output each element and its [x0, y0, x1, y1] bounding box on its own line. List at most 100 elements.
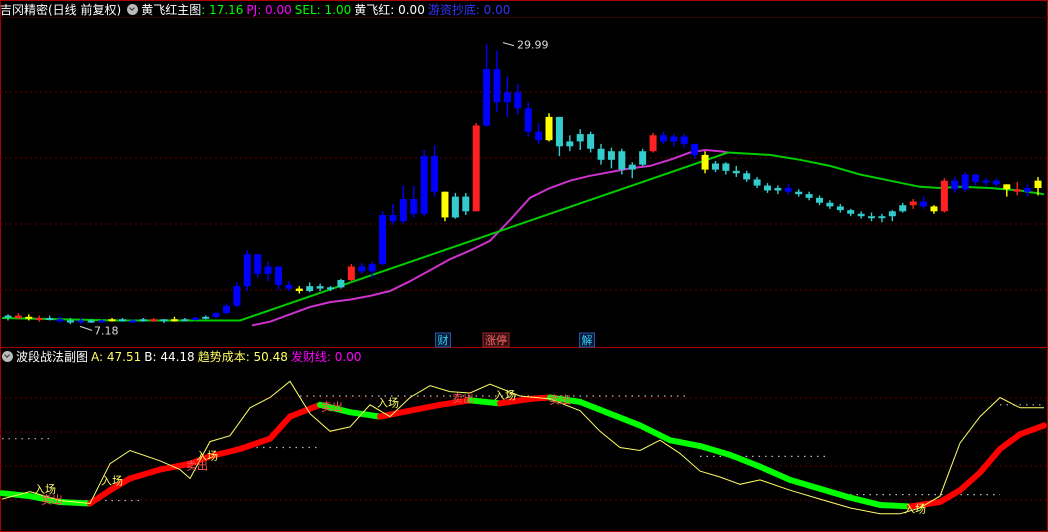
candle-body — [711, 163, 719, 170]
trend-thick-segment — [127, 466, 163, 482]
candle-body — [150, 319, 158, 322]
signal-label: 卖出 — [452, 391, 474, 405]
candle-body — [441, 191, 449, 218]
candle-body — [431, 156, 439, 192]
candle-body — [399, 199, 407, 222]
candle-body — [722, 163, 730, 171]
candle-body — [389, 215, 397, 222]
trend-thick-segment — [237, 435, 273, 452]
candle-body — [868, 216, 876, 219]
low-price-label: 7.18 — [94, 324, 119, 337]
trend-thick-segment — [847, 494, 883, 508]
candle-body — [98, 320, 106, 323]
candle-body — [222, 305, 230, 314]
candle-body — [816, 197, 824, 203]
trend-thick-segment — [957, 469, 983, 494]
candle-body — [826, 202, 834, 207]
candle-body — [628, 164, 636, 170]
a-value: A: 47.51 — [91, 350, 142, 364]
candle-body — [795, 191, 803, 195]
candle-body — [680, 136, 688, 144]
candle-body — [379, 215, 387, 265]
candle-body — [992, 180, 1000, 185]
b-value: B: 44.18 — [144, 350, 195, 364]
candle-body — [46, 318, 54, 321]
candle-body — [607, 151, 615, 160]
candle-body — [972, 174, 980, 182]
candle-body — [649, 135, 657, 152]
candle-body — [275, 266, 283, 285]
candle-body — [805, 194, 813, 198]
candle-body — [170, 319, 178, 322]
event-tag-label: 解 — [582, 333, 593, 347]
indicator-menu-icon[interactable] — [127, 4, 139, 15]
candle-body — [56, 319, 64, 322]
trend-thick-segment — [607, 410, 643, 429]
candle-body — [587, 134, 595, 149]
candle-body — [545, 116, 553, 141]
main-indicator-name[interactable]: 黄飞红主图 — [141, 3, 201, 17]
candle-body — [597, 148, 605, 160]
candle-body — [410, 199, 418, 214]
candle-body — [888, 211, 896, 217]
trend-thick-segment — [407, 401, 443, 414]
hfh-value: 黄飞红: 0.00 — [354, 3, 425, 17]
signal-label: 入场 — [377, 395, 399, 409]
candle-body — [25, 316, 33, 319]
trend-cost-value: 趋势成本: 50.48 — [197, 350, 288, 364]
candle-body — [243, 254, 251, 287]
signal-label: 入场 — [101, 473, 123, 487]
candle-body — [4, 315, 12, 318]
candle-body — [181, 319, 189, 322]
trend-thick-segment — [727, 451, 763, 470]
candle-body — [774, 188, 782, 191]
candle-body — [524, 108, 532, 132]
candle-body — [618, 151, 626, 170]
event-tag-label: 涨停 — [485, 333, 507, 347]
candle-body — [1024, 188, 1032, 192]
candle-body — [493, 69, 501, 103]
trend-thick-segment — [287, 401, 323, 420]
candle-body — [503, 92, 511, 103]
candle-body — [784, 188, 792, 192]
candle-body — [1034, 180, 1042, 189]
sub-indicator-menu-icon[interactable] — [2, 351, 13, 362]
candle-body — [847, 210, 855, 214]
candle-body — [920, 201, 928, 207]
sub-indicator-name[interactable]: 波段战法副图 — [16, 350, 88, 364]
high-pointer — [502, 42, 515, 47]
candle-body — [451, 196, 459, 218]
signal-label: 卖出 — [321, 400, 343, 414]
candle-body — [1013, 189, 1021, 192]
candle-body — [306, 286, 314, 292]
signal-label: 卖出 — [41, 492, 63, 506]
candle-body — [327, 287, 335, 290]
candle-body — [899, 205, 907, 212]
candle-body — [87, 320, 95, 323]
candle-body — [14, 315, 22, 319]
candle-body — [358, 266, 366, 272]
candle-body — [753, 179, 761, 186]
candle-body — [254, 254, 262, 274]
signal-label: 入场 — [494, 388, 516, 402]
candle-body — [295, 288, 303, 292]
price-chart-canvas[interactable]: 29.997.18财 涨停解 入场卖出入场卖出入场卖出 入场 卖出 入场 卖出入场 — [0, 0, 1048, 532]
trend-thick-segment — [787, 476, 823, 492]
candle-body — [951, 180, 959, 190]
stock-title[interactable]: 吉冈精密(日线 前复权) — [0, 3, 121, 17]
candle-body — [129, 320, 137, 323]
chart-frame — [0, 0, 1048, 532]
candle-body — [961, 174, 969, 190]
trend-thick-segment — [637, 422, 673, 444]
candle-body — [202, 316, 210, 319]
sel-value: SEL: 1.00 — [294, 3, 352, 17]
candle-body — [930, 206, 938, 212]
candle-body — [909, 201, 917, 206]
candle-body — [940, 180, 948, 212]
candle-body — [191, 318, 199, 321]
signal-label: 卖出 — [549, 392, 571, 406]
candle-body — [691, 143, 699, 155]
candle-body — [732, 170, 740, 174]
signal-label: 入场 — [196, 448, 218, 462]
candle-body — [108, 319, 116, 322]
